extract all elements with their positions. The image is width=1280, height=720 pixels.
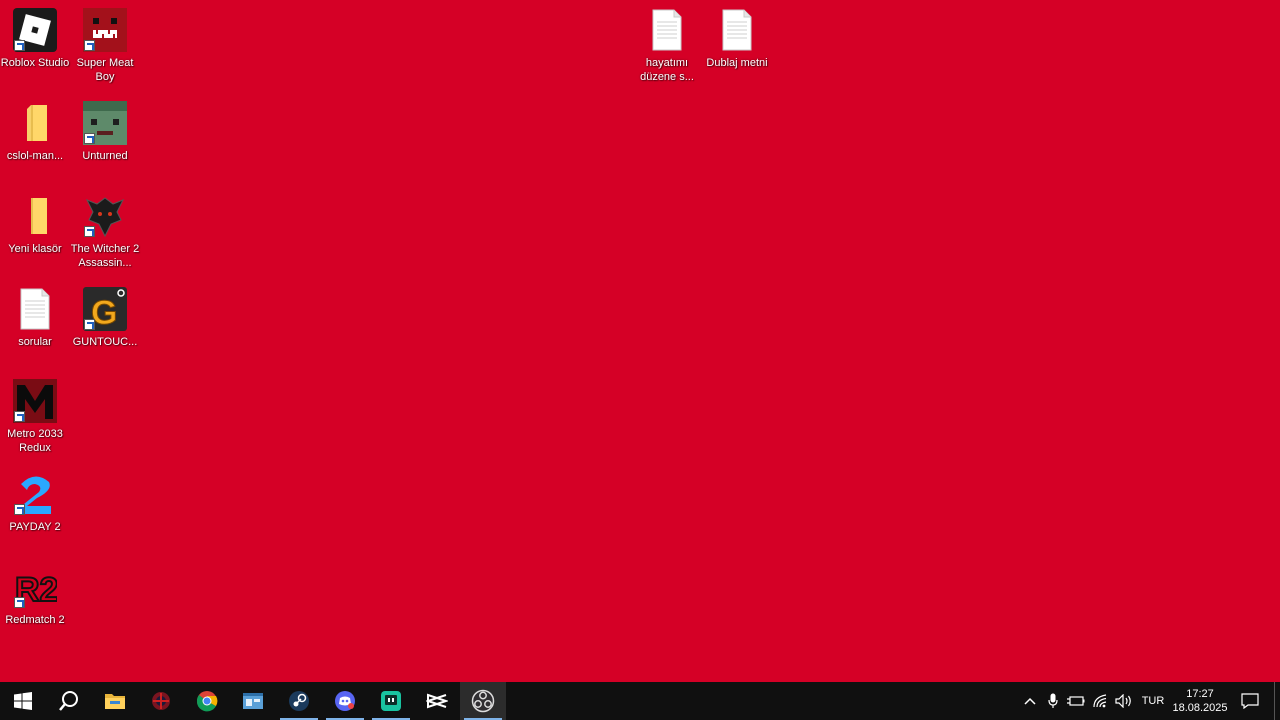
guntouch-shortcut[interactable]: G GUNTOUC... <box>70 287 140 349</box>
metro-2033-icon <box>13 379 57 423</box>
volume-button[interactable] <box>1112 682 1136 720</box>
shortcut-arrow-icon <box>84 40 95 51</box>
icon-label: Dublaj metni <box>706 57 768 69</box>
icon-label: Redmatch 2 <box>5 614 65 626</box>
hayatimi-duzene-document[interactable]: hayatımı düzene s... <box>632 8 702 84</box>
microphone-button[interactable] <box>1042 682 1064 720</box>
redmatch-2-shortcut[interactable]: R2 Redmatch 2 <box>0 565 70 627</box>
start-icon <box>14 692 32 710</box>
text-document-icon <box>645 8 689 52</box>
wifi-icon <box>1093 694 1107 708</box>
shortcut-arrow-icon <box>14 504 25 515</box>
taskbar: TUR 17:27 18.08.2025 <box>0 682 1280 720</box>
shortcut-arrow-icon <box>84 226 95 237</box>
desktop: Roblox Studio cslol-man... Yeni klasör s… <box>0 0 1280 682</box>
text-document-icon <box>715 8 759 52</box>
twitch-like-icon <box>381 691 401 711</box>
super-meat-boy-shortcut[interactable]: Super Meat Boy <box>70 8 140 84</box>
icon-label: sorular <box>18 336 52 348</box>
search-button[interactable] <box>46 682 92 720</box>
app-window-icon <box>243 693 263 709</box>
guntouch-icon: G <box>83 287 127 333</box>
action-center-button[interactable] <box>1230 682 1270 720</box>
sorular-document[interactable]: sorular <box>0 287 70 349</box>
icon-label: Unturned <box>82 150 128 162</box>
start-button[interactable] <box>0 682 46 720</box>
game-app-icon <box>152 692 170 710</box>
roblox-studio-icon <box>13 8 57 52</box>
battery-plug-icon <box>1067 696 1085 706</box>
yeni-klasor-folder[interactable]: Yeni klasör <box>0 194 70 256</box>
icon-label: The Witcher 2 Assassin... <box>70 243 140 269</box>
chrome-icon <box>196 691 218 712</box>
shortcut-arrow-icon <box>84 319 95 330</box>
clock-date: 18.08.2025 <box>1172 702 1228 714</box>
show-desktop-button[interactable] <box>1274 682 1280 720</box>
roblox-studio-shortcut[interactable]: Roblox Studio <box>0 8 70 70</box>
obs-icon <box>471 689 495 713</box>
clock-time: 17:27 <box>1186 688 1214 700</box>
folder-icon <box>13 101 57 145</box>
payday-2-icon <box>13 472 57 516</box>
steam-icon <box>289 691 309 711</box>
taskbar-capcut[interactable] <box>414 682 460 720</box>
cslol-manager-folder[interactable]: cslol-man... <box>0 101 70 163</box>
witcher-2-shortcut[interactable]: The Witcher 2 Assassin... <box>70 194 140 270</box>
network-button[interactable] <box>1088 682 1112 720</box>
shortcut-arrow-icon <box>14 597 25 608</box>
payday-2-shortcut[interactable]: PAYDAY 2 <box>0 472 70 534</box>
unturned-shortcut[interactable]: Unturned <box>70 101 140 163</box>
taskbar-discord[interactable] <box>322 682 368 720</box>
system-tray: TUR 17:27 18.08.2025 <box>1018 682 1280 720</box>
metro-2033-shortcut[interactable]: Metro 2033 Redux <box>0 379 70 455</box>
discord-icon <box>335 691 355 711</box>
icon-label: PAYDAY 2 <box>9 521 61 533</box>
battery-button[interactable] <box>1064 682 1088 720</box>
folder-icon <box>13 194 57 238</box>
capcut-icon <box>426 693 448 709</box>
icon-label: Super Meat Boy <box>76 57 134 83</box>
input-language-button[interactable]: TUR <box>1136 682 1170 720</box>
taskbar-game-app[interactable] <box>138 682 184 720</box>
taskbar-steam[interactable] <box>276 682 322 720</box>
icon-label: Roblox Studio <box>0 57 70 69</box>
taskbar-file-explorer[interactable] <box>92 682 138 720</box>
icon-label: Metro 2033 Redux <box>7 428 63 454</box>
super-meat-boy-icon <box>83 8 127 52</box>
dublaj-metni-document[interactable]: Dublaj metni <box>702 8 772 70</box>
taskbar-chrome[interactable] <box>184 682 230 720</box>
taskbar-twitch-like-app[interactable] <box>368 682 414 720</box>
shortcut-arrow-icon <box>84 133 95 144</box>
shortcut-arrow-icon <box>14 40 25 51</box>
show-hidden-icons-button[interactable] <box>1018 682 1042 720</box>
icon-label: GUNTOUC... <box>72 336 138 348</box>
icon-label: cslol-man... <box>6 150 64 162</box>
unturned-icon <box>83 101 127 145</box>
taskbar-obs[interactable] <box>460 682 506 720</box>
shortcut-arrow-icon <box>14 411 25 422</box>
microphone-icon <box>1048 693 1058 708</box>
icon-label: Yeni klasör <box>8 243 62 255</box>
search-icon <box>59 691 78 711</box>
notification-icon <box>1241 693 1259 709</box>
chevron-up-icon <box>1024 697 1036 705</box>
clock-button[interactable]: 17:27 18.08.2025 <box>1170 682 1230 720</box>
witcher-2-icon <box>83 194 127 238</box>
taskbar-app-window[interactable] <box>230 682 276 720</box>
file-explorer-icon <box>105 694 125 709</box>
redmatch-2-icon: R2 <box>13 565 59 610</box>
text-document-icon <box>13 287 57 331</box>
speaker-icon <box>1115 694 1131 708</box>
icon-label: hayatımı düzene s... <box>640 57 694 83</box>
